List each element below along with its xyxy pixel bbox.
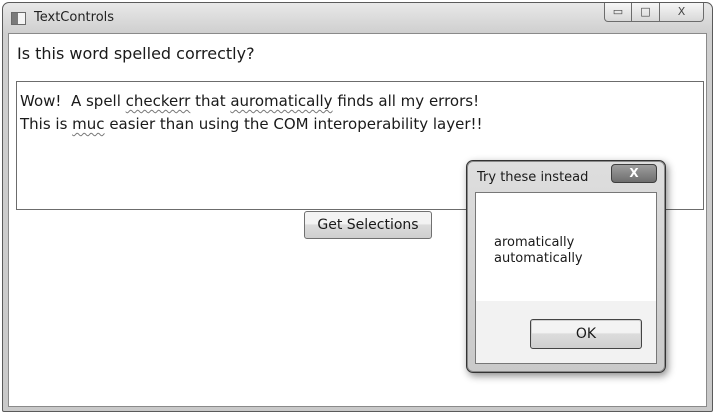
window-title: TextControls	[34, 10, 115, 25]
dialog-title: Try these instead	[477, 170, 589, 185]
misspelled-word[interactable]: checkerr	[126, 92, 191, 110]
app-icon[interactable]	[11, 12, 26, 25]
text-line-2: This is muc easier than using the COM in…	[20, 113, 700, 136]
text-segment: easier than using the COM interoperabili…	[104, 115, 483, 133]
misspelled-word[interactable]: auromatically	[230, 92, 332, 110]
get-selections-button[interactable]: Get Selections	[304, 211, 432, 239]
text-line-1: Wow! A spell checkerr that auromatically…	[20, 90, 700, 113]
suggestion-item[interactable]: automatically	[494, 251, 583, 267]
misspelled-word[interactable]: muc	[72, 115, 104, 133]
dialog-body: aromatically automatically OK	[475, 192, 657, 364]
text-segment: This is	[20, 115, 73, 133]
ok-button[interactable]: OK	[530, 319, 642, 349]
text-segment: that	[190, 92, 231, 110]
text-segment: finds all my errors!	[332, 92, 480, 110]
suggestion-item[interactable]: aromatically	[494, 235, 583, 251]
close-button[interactable]: X	[660, 3, 704, 22]
caption-buttons: ▭ □ X	[604, 3, 704, 22]
dialog-close-button[interactable]: X	[611, 164, 657, 183]
maximize-button[interactable]: □	[632, 3, 660, 22]
text-segment: Wow! A spell	[20, 92, 126, 110]
question-label: Is this word spelled correctly?	[17, 44, 255, 63]
minimize-button[interactable]: ▭	[604, 3, 632, 22]
title-bar[interactable]: TextControls ▭ □ X	[3, 3, 712, 33]
suggestion-list: aromatically automatically	[494, 235, 583, 267]
suggestions-dialog: Try these instead X aromatically automat…	[466, 160, 666, 373]
